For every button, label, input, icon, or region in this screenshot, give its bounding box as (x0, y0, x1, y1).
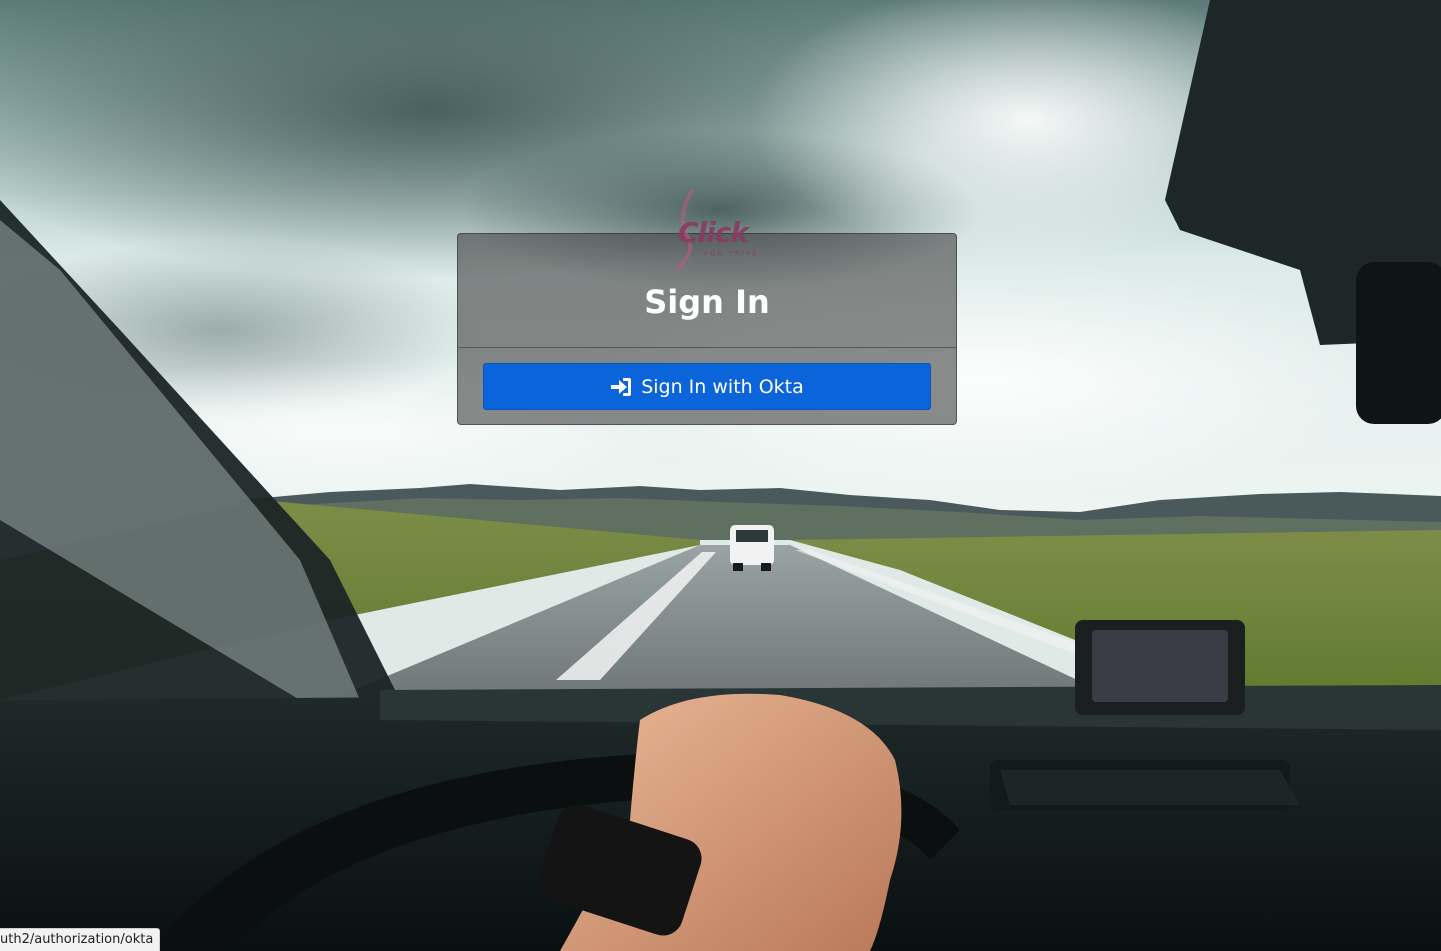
page-title: Sign In (644, 283, 770, 321)
background-photo (0, 0, 1441, 951)
card-header: Click FOR TRIPS Sign In (458, 189, 956, 348)
browser-status-bar: uth2/authorization/okta (0, 928, 161, 951)
sign-in-with-okta-button[interactable]: Sign In with Okta (483, 363, 931, 410)
okta-button-label: Sign In with Okta (641, 375, 804, 398)
status-url: uth2/authorization/okta (0, 932, 154, 947)
logo-word: Click (678, 216, 749, 249)
click-for-trips-logo: Click FOR TRIPS (670, 188, 760, 272)
logo-subtitle: FOR TRIPS (704, 250, 759, 258)
sign-in-card: Click FOR TRIPS Sign In Sign In with Okt… (457, 189, 957, 425)
sign-in-icon (611, 377, 632, 396)
